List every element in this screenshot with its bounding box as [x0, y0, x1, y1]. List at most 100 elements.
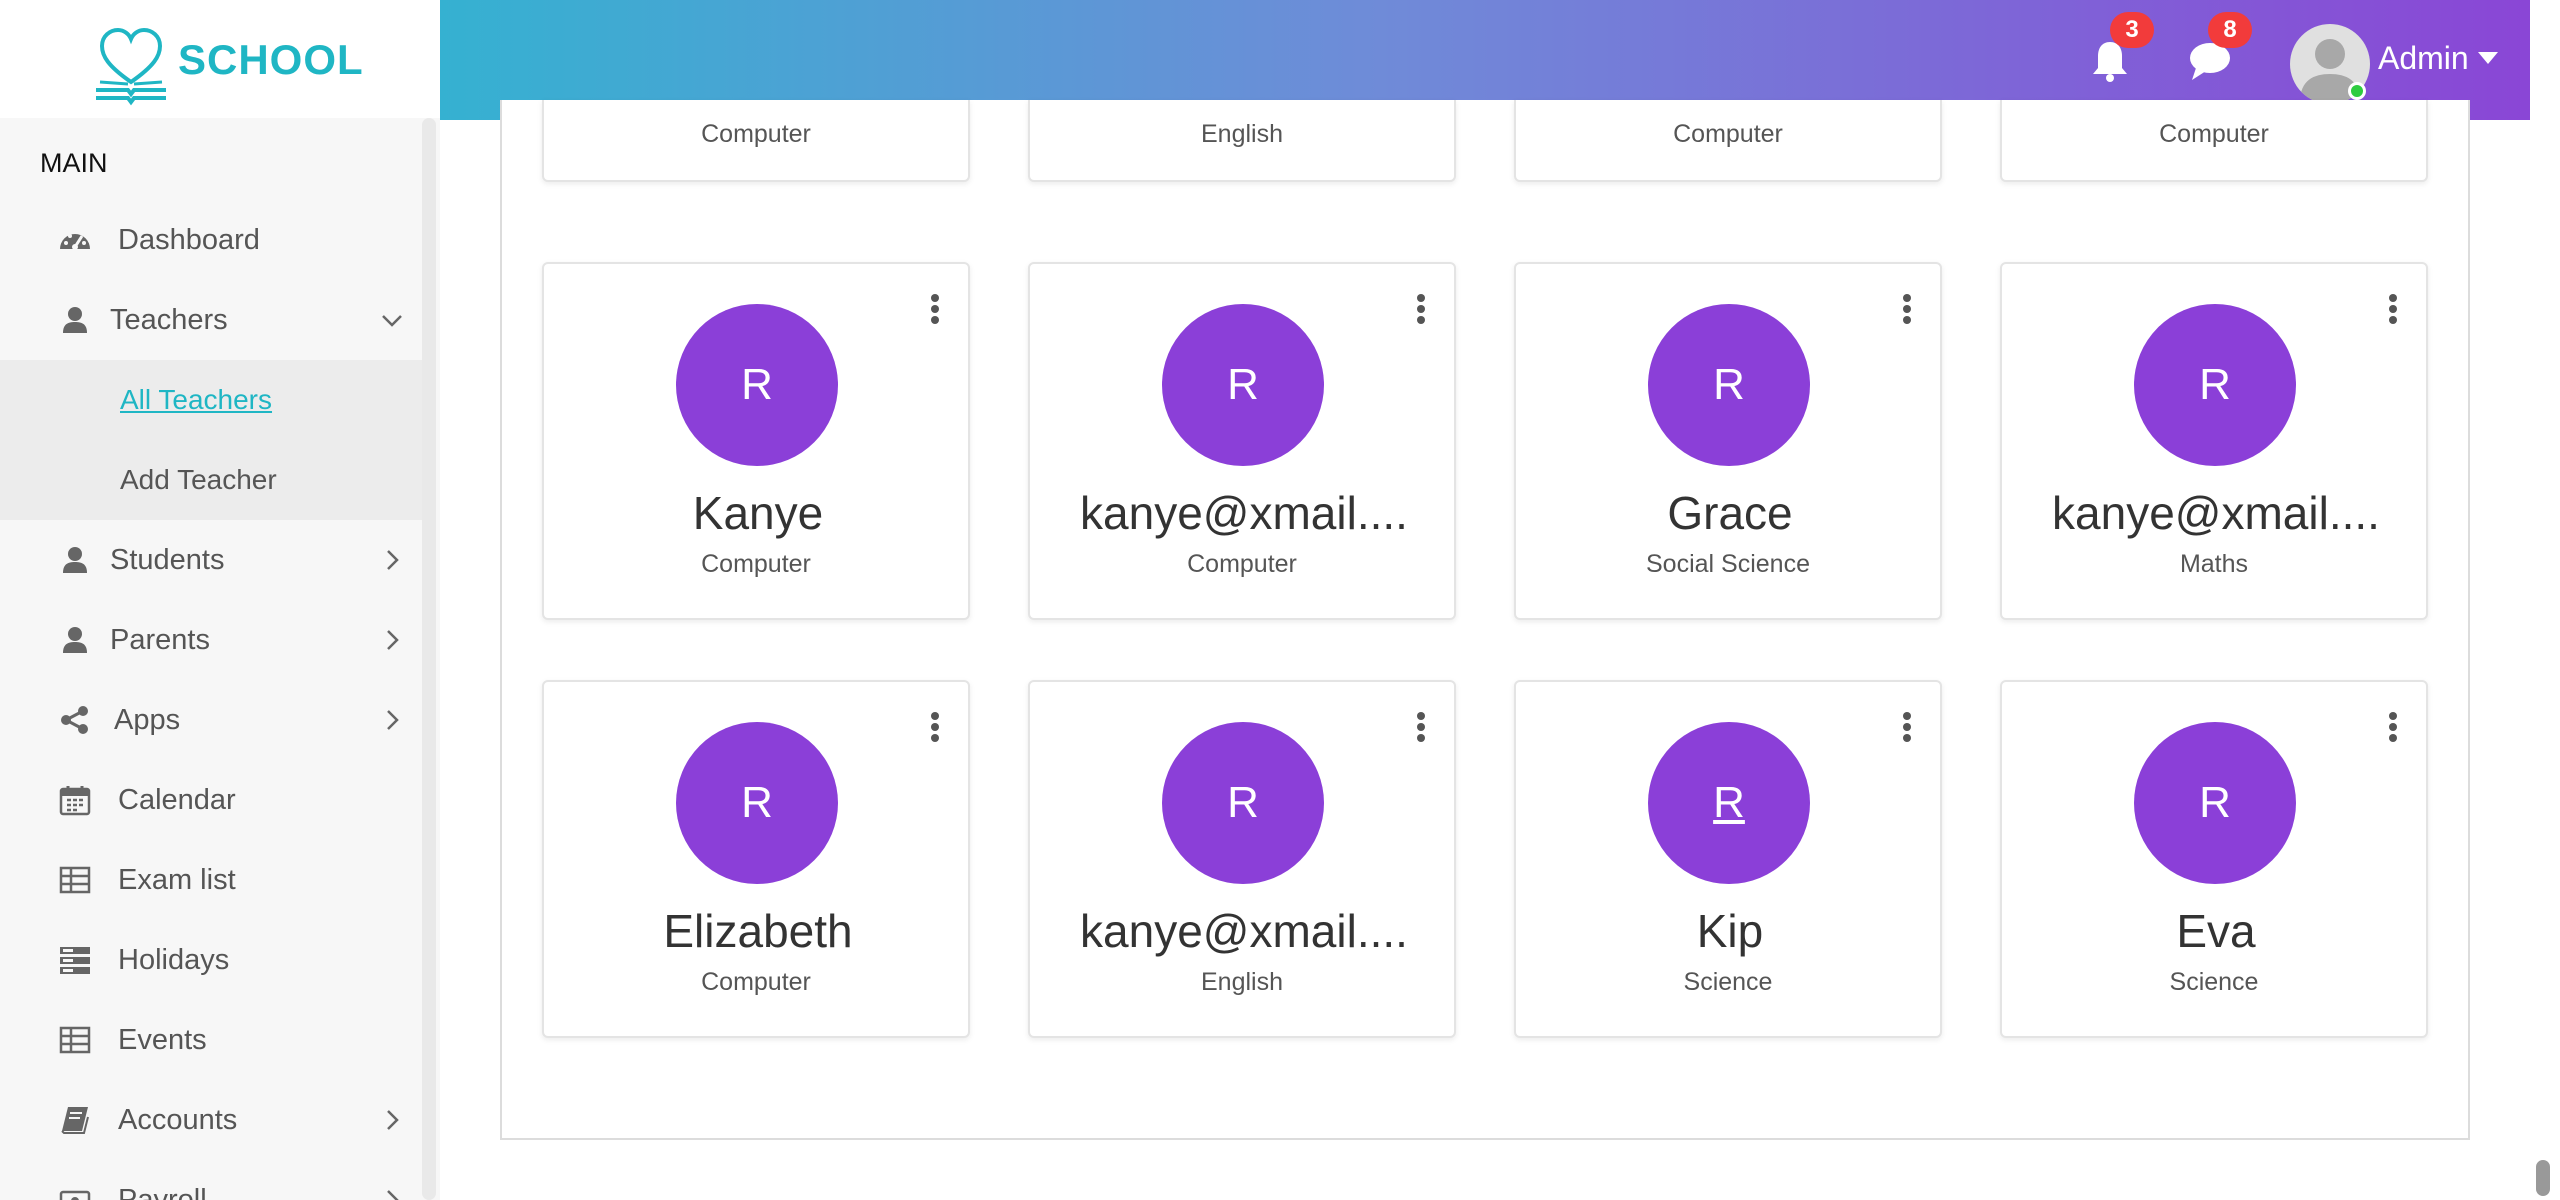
- teacher-card[interactable]: Computer: [1514, 100, 1942, 182]
- sidebar-item-label: Apps: [114, 703, 181, 736]
- teacher-name[interactable]: Eva: [2012, 904, 2420, 958]
- table-icon: [58, 863, 92, 897]
- teacher-card[interactable]: Computer: [542, 100, 970, 182]
- sidebar: SCHOOL MAIN Dashboard Teachers All Teach…: [0, 0, 440, 1200]
- teacher-avatar[interactable]: R: [2134, 722, 2296, 884]
- page-scrollbar[interactable]: [2536, 1160, 2550, 1196]
- more-vertical-icon[interactable]: [1416, 712, 1426, 742]
- sidebar-item-exam-list[interactable]: Exam list: [0, 840, 422, 920]
- teacher-name[interactable]: Kanye: [554, 486, 962, 540]
- teacher-initial: R: [741, 360, 773, 409]
- sidebar-item-label: Dashboard: [118, 223, 260, 256]
- sidebar-subitem-all-teachers[interactable]: All Teachers: [0, 360, 422, 440]
- calendar-icon: [58, 783, 92, 817]
- sidebar-item-holidays[interactable]: Holidays: [0, 920, 422, 1000]
- teacher-card[interactable]: R Elizabeth Computer: [542, 680, 970, 1038]
- teacher-card[interactable]: R kanye@xmail.... Maths: [2000, 262, 2428, 620]
- teacher-subject: English: [1201, 120, 1283, 148]
- caret-down-icon[interactable]: [2478, 52, 2498, 64]
- teacher-initial: R: [1227, 360, 1259, 409]
- teacher-name[interactable]: Kip: [1526, 904, 1934, 958]
- teacher-card[interactable]: Computer: [2000, 100, 2428, 182]
- sidebar-subitem-add-teacher[interactable]: Add Teacher: [0, 440, 422, 520]
- teacher-card[interactable]: R kanye@xmail.... Computer: [1028, 262, 1456, 620]
- teacher-card[interactable]: R Kanye Computer: [542, 262, 970, 620]
- teacher-card[interactable]: R Grace Social Science: [1514, 262, 1942, 620]
- online-status-dot: [2348, 82, 2366, 100]
- sidebar-item-label: Events: [118, 1023, 207, 1056]
- teacher-subject: Science: [1683, 968, 1773, 996]
- teacher-subject: Computer: [2159, 120, 2269, 148]
- more-vertical-icon[interactable]: [1902, 294, 1912, 324]
- more-vertical-icon[interactable]: [930, 712, 940, 742]
- teacher-avatar[interactable]: R: [676, 722, 838, 884]
- teacher-initial: R: [1227, 778, 1259, 827]
- teacher-card[interactable]: R Kip Science: [1514, 680, 1942, 1038]
- sidebar-item-events[interactable]: Events: [0, 1000, 422, 1080]
- sidebar-item-apps[interactable]: Apps: [0, 680, 422, 760]
- more-vertical-icon[interactable]: [1416, 294, 1426, 324]
- teacher-subject: Maths: [2179, 550, 2249, 578]
- sidebar-item-label: Calendar: [118, 783, 236, 816]
- chevron-down-icon: [382, 315, 402, 327]
- sidebar-item-label: Students: [110, 543, 225, 576]
- sidebar-scrollbar[interactable]: [422, 118, 436, 1200]
- user-icon: [58, 623, 92, 657]
- teacher-name[interactable]: Elizabeth: [554, 904, 962, 958]
- teacher-avatar[interactable]: R: [676, 304, 838, 466]
- notification-count-badge: 3: [2110, 12, 2154, 48]
- sidebar-item-parents[interactable]: Parents: [0, 600, 422, 680]
- sidebar-item-calendar[interactable]: Calendar: [0, 760, 422, 840]
- sidebar-subitem-label: All Teachers: [120, 384, 273, 415]
- teacher-subject: Social Science: [1646, 550, 1810, 578]
- user-name-label[interactable]: Admin: [2378, 40, 2469, 77]
- sidebar-item-payroll[interactable]: Payroll: [0, 1160, 422, 1200]
- more-vertical-icon[interactable]: [930, 294, 940, 324]
- sidebar-subitem-label: Add Teacher: [120, 464, 277, 495]
- teacher-card[interactable]: R kanye@xmail.... English: [1028, 680, 1456, 1038]
- brand-name: SCHOOL: [178, 36, 364, 83]
- teacher-name[interactable]: Grace: [1526, 486, 1934, 540]
- dashboard-icon: [58, 223, 92, 257]
- chevron-right-icon: [387, 550, 399, 570]
- share-icon: [58, 703, 92, 737]
- teacher-avatar[interactable]: R: [1648, 722, 1810, 884]
- sidebar-item-label: Payroll: [118, 1183, 207, 1200]
- sidebar-item-students[interactable]: Students: [0, 520, 422, 600]
- sidebar-item-teachers[interactable]: Teachers: [0, 280, 422, 360]
- more-vertical-icon[interactable]: [2388, 712, 2398, 742]
- teacher-subject: Computer: [701, 550, 811, 578]
- teacher-subject: Computer: [701, 968, 811, 996]
- teacher-initial: R: [741, 778, 773, 827]
- more-vertical-icon[interactable]: [2388, 294, 2398, 324]
- teacher-avatar[interactable]: R: [1162, 304, 1324, 466]
- more-vertical-icon[interactable]: [1902, 712, 1912, 742]
- sidebar-section-label: MAIN: [40, 148, 108, 178]
- sidebar-item-dashboard[interactable]: Dashboard: [0, 200, 422, 280]
- teachers-grid-panel: Computer English Computer Computer R Kan…: [500, 100, 2470, 1140]
- teacher-subject: Computer: [1187, 550, 1297, 578]
- chevron-right-icon: [387, 1190, 399, 1200]
- sidebar-item-label: Exam list: [118, 863, 236, 896]
- teacher-card[interactable]: English: [1028, 100, 1456, 182]
- teacher-initial: R: [1713, 778, 1745, 827]
- sidebar-item-label: Holidays: [118, 943, 230, 976]
- teacher-subject: Computer: [701, 120, 811, 148]
- sidebar-item-label: Accounts: [118, 1103, 238, 1136]
- teacher-name[interactable]: kanye@xmail....: [1040, 904, 1448, 958]
- chevron-right-icon: [387, 630, 399, 650]
- teacher-avatar[interactable]: R: [2134, 304, 2296, 466]
- teacher-name[interactable]: kanye@xmail....: [2012, 486, 2420, 540]
- teacher-avatar[interactable]: R: [1162, 722, 1324, 884]
- teacher-name[interactable]: kanye@xmail....: [1040, 486, 1448, 540]
- money-icon: [58, 1183, 92, 1200]
- teacher-subject: Science: [2169, 968, 2259, 996]
- sidebar-item-accounts[interactable]: Accounts: [0, 1080, 422, 1160]
- sidebar-item-label: Teachers: [110, 303, 228, 336]
- brand-header[interactable]: SCHOOL: [0, 0, 440, 118]
- teacher-avatar[interactable]: R: [1648, 304, 1810, 466]
- teacher-card[interactable]: R Eva Science: [2000, 680, 2428, 1038]
- table-icon: [58, 1023, 92, 1057]
- teacher-subject: Computer: [1673, 120, 1783, 148]
- message-count-badge: 8: [2208, 12, 2252, 48]
